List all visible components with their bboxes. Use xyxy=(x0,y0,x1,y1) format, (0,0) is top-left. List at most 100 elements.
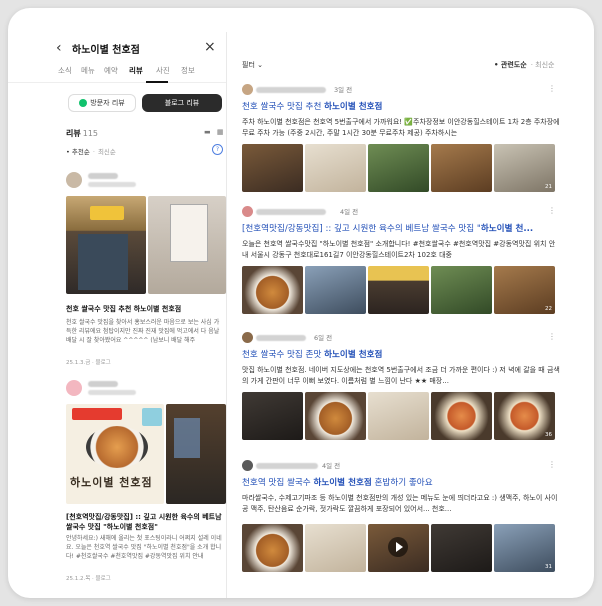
tab-reviews[interactable]: 리뷰 xyxy=(129,65,143,76)
thumbnail-strip: 36 xyxy=(242,392,558,440)
avatar xyxy=(242,206,253,217)
post-excerpt: 안녕하세요:) 새해에 올리는 첫 포스팅이라니 어쩌지 설레 이네요. 오늘은… xyxy=(66,535,222,560)
close-icon[interactable]: × xyxy=(204,39,216,55)
thumbnail[interactable]: 36 xyxy=(494,392,555,440)
blog-result-card[interactable]: 6일 전 ⋮ 천호 쌀국수 맛집 존맛 하노이별 천호점 맛집 하노이별 천호점… xyxy=(230,332,594,446)
view-toggle-icons[interactable]: ▬ ▦ xyxy=(204,128,225,136)
thumbnail[interactable] xyxy=(242,144,303,192)
author-name-blurred xyxy=(88,173,118,179)
sort-latest[interactable]: 최신순 xyxy=(98,148,116,156)
play-icon[interactable] xyxy=(388,537,408,557)
thumbnail[interactable] xyxy=(305,266,366,314)
blog-results-panel: 필터 ⌄ • 관련도순 · 최신순 3일 전 ⋮ 천호 쌀국수 맛집 추천 하노이… xyxy=(230,8,594,598)
pho-photo[interactable]: 하노이별 천호점 xyxy=(66,404,164,504)
thumbnail[interactable] xyxy=(368,266,429,314)
tab-reservation[interactable]: 예약 xyxy=(104,65,118,76)
post-excerpt: 천호 쌀국수 맛집을 찾아서 홍보스러운 마음으로 보는 사심 가득한 리뷰에요… xyxy=(66,319,220,344)
avatar xyxy=(242,332,253,343)
tab-divider xyxy=(8,82,226,83)
thumbnail-strip: 22 xyxy=(242,266,558,314)
thumbnail[interactable]: 22 xyxy=(494,266,555,314)
avatar xyxy=(242,460,253,471)
thumbnail[interactable] xyxy=(305,524,366,572)
info-icon[interactable]: ? xyxy=(212,144,223,155)
post-date: 4일 전 xyxy=(322,462,341,470)
card-title[interactable]: 천호 쌀국수 맛집 추천 하노이별 천호점 xyxy=(242,100,382,112)
tab-menu[interactable]: 메뉴 xyxy=(81,65,95,76)
logo-text: 하노이별 천호점 xyxy=(70,476,153,489)
visitor-review-label: 방문자 리뷰 xyxy=(90,99,125,107)
thumbnail-strip: 31 xyxy=(242,524,558,572)
post-meta: 25.1.2.목 · 블로그 xyxy=(66,576,111,582)
thumbnail[interactable] xyxy=(431,524,492,572)
tab-photos[interactable]: 사진 xyxy=(156,65,170,76)
panel-divider xyxy=(226,32,227,598)
post-title[interactable]: [천호역맛집/강동맛집] :: 깊고 시원한 육수의 베트남 쌀국수 맛집 "하… xyxy=(66,512,224,532)
thumbnail[interactable] xyxy=(431,392,492,440)
results-sort: • 관련도순 · 최신순 xyxy=(494,60,554,70)
author-meta-blurred xyxy=(88,390,136,395)
sort-relevance[interactable]: • 관련도순 xyxy=(494,61,527,69)
thumbnail[interactable] xyxy=(368,144,429,192)
tab-news[interactable]: 소식 xyxy=(58,65,72,76)
filter-dropdown[interactable]: 필터 ⌄ xyxy=(242,60,263,70)
sort-recommended[interactable]: • 추천순 xyxy=(66,148,90,156)
post-date: 6일 전 xyxy=(314,334,333,342)
thumbnail[interactable] xyxy=(305,392,366,440)
post-author[interactable] xyxy=(66,172,216,194)
author-meta-blurred xyxy=(88,182,136,187)
post-date: 3일 전 xyxy=(334,86,353,94)
place-title: 하노이별 천호점 xyxy=(72,45,140,56)
post-date: 4일 전 xyxy=(340,208,359,216)
visitor-review-button[interactable]: 방문자 리뷰 xyxy=(68,94,136,112)
active-tab-indicator xyxy=(146,81,168,83)
thumbnail[interactable] xyxy=(368,524,429,572)
post-meta: 25.1.3.금 · 블로그 xyxy=(66,360,111,366)
more-vertical-icon[interactable]: ⋮ xyxy=(548,460,556,469)
review-count: 리뷰 115 xyxy=(66,128,98,139)
thumbnail[interactable]: 31 xyxy=(494,524,555,572)
thumbnail[interactable] xyxy=(242,266,303,314)
thumbnail[interactable] xyxy=(242,392,303,440)
visitor-review-icon xyxy=(79,99,88,107)
menu-poster-photo[interactable] xyxy=(148,196,226,294)
avatar xyxy=(242,84,253,95)
place-panel: ‹ 하노이별 천호점 × 소식 메뉴 예약 리뷰 사진 정보 방문자 리뷰 블로… xyxy=(8,8,226,598)
more-vertical-icon[interactable]: ⋮ xyxy=(548,206,556,215)
window-frame: ‹ 하노이별 천호점 × 소식 메뉴 예약 리뷰 사진 정보 방문자 리뷰 블로… xyxy=(8,8,594,598)
card-excerpt: 오늘은 천호역 쌀국수맛집 "하노이별 천호점" 소개합니다! #천호쌀국수 #… xyxy=(242,240,556,259)
tab-info[interactable]: 정보 xyxy=(181,65,195,76)
blog-review-button[interactable]: 블로그 리뷰 xyxy=(142,94,222,112)
author-name-blurred xyxy=(256,463,318,469)
thumbnail[interactable] xyxy=(431,144,492,192)
review-label: 리뷰 xyxy=(66,129,81,138)
blog-result-card[interactable]: 4일 전 ⋮ [천호역맛집/강동맛집] :: 깊고 시원한 육수의 베트남 쌀국… xyxy=(230,206,594,320)
thumbnail[interactable] xyxy=(242,524,303,572)
post-author[interactable] xyxy=(66,380,216,402)
blog-result-card[interactable]: 4일 전 ⋮ 천호역 맛집 쌀국수 하노이별 천호점 혼밥하기 좋아요 마라쌀국… xyxy=(230,460,594,580)
thumbnail[interactable] xyxy=(431,266,492,314)
photo-count: 21 xyxy=(545,184,552,190)
card-title[interactable]: 천호 쌀국수 맛집 존맛 하노이별 천호점 xyxy=(242,348,382,360)
blog-result-card[interactable]: 3일 전 ⋮ 천호 쌀국수 맛집 추천 하노이별 천호점 주차 하노이별 천호점… xyxy=(230,84,594,198)
review-count-value: 115 xyxy=(82,129,99,138)
sort-latest[interactable]: · 최신순 xyxy=(531,61,555,69)
back-icon[interactable]: ‹ xyxy=(56,40,62,56)
card-title[interactable]: [천호역맛집/강동맛집] :: 깊고 시원한 육수의 베트남 쌀국수 맛집 "하… xyxy=(242,222,533,234)
card-excerpt: 마라쌀국수, 수제고기파조 등 하노이별 천호점만의 개성 있는 메뉴도 눈에 … xyxy=(242,494,558,513)
storefront-photo[interactable] xyxy=(66,196,146,294)
thumbnail[interactable]: 21 xyxy=(494,144,555,192)
card-excerpt: 주차 하노이별 천호점은 천호역 5번출구에서 가까워요! ✅주차장정보 이안강… xyxy=(242,118,560,137)
review-type-toggle: 방문자 리뷰 블로그 리뷰 xyxy=(68,94,222,112)
more-vertical-icon[interactable]: ⋮ xyxy=(548,84,556,93)
thumbnail[interactable] xyxy=(305,144,366,192)
blog-review-label: 블로그 리뷰 xyxy=(164,99,200,107)
place-header: ‹ 하노이별 천호점 × xyxy=(8,38,226,58)
avatar xyxy=(66,172,82,188)
thumbnail[interactable] xyxy=(368,392,429,440)
card-title[interactable]: 천호역 맛집 쌀국수 하노이별 천호점 혼밥하기 좋아요 xyxy=(242,476,433,488)
more-vertical-icon[interactable]: ⋮ xyxy=(548,332,556,341)
interior-photo[interactable] xyxy=(166,404,226,504)
post-title[interactable]: 천호 쌀국수 맛집 추천 하노이별 천호점 xyxy=(66,304,226,314)
author-name-blurred xyxy=(88,381,118,387)
